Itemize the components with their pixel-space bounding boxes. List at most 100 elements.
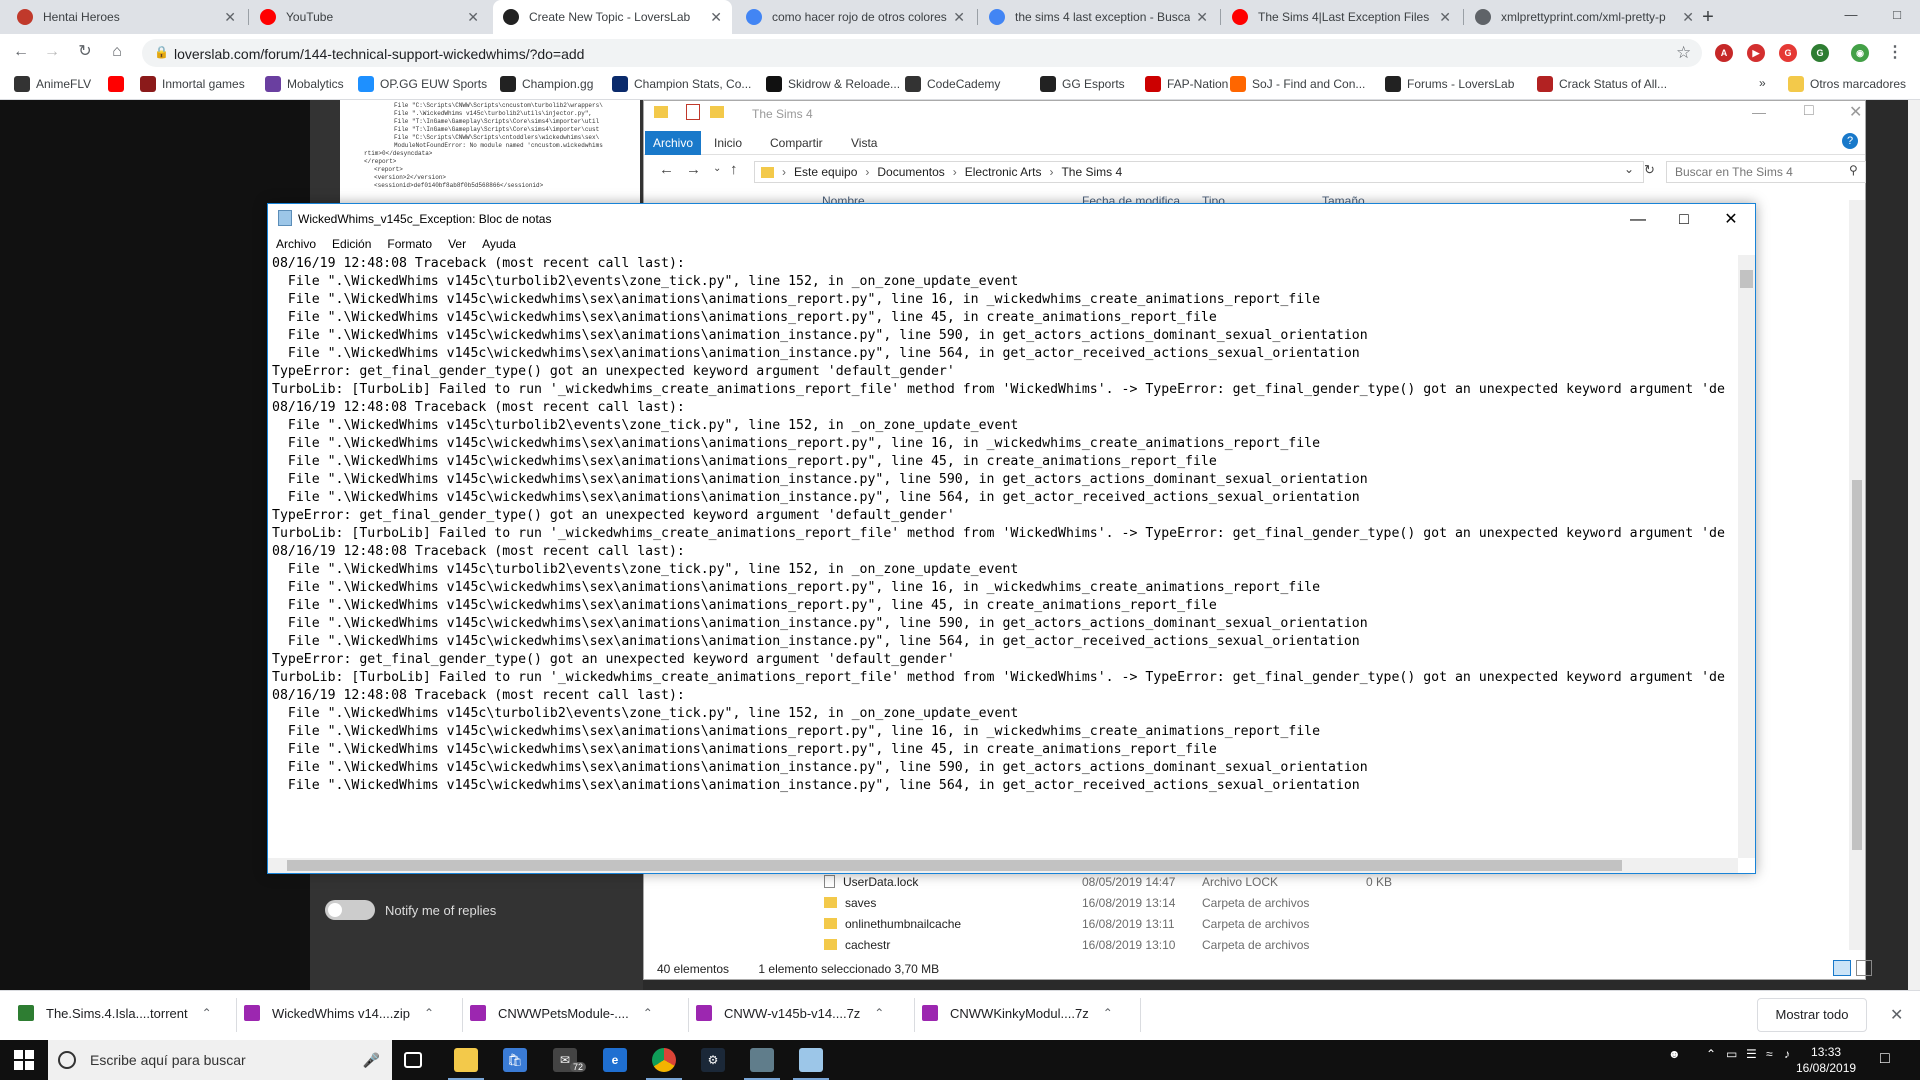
explorer-maximize-icon[interactable]: □ xyxy=(1804,102,1814,120)
bookmark-item[interactable]: Mobalytics xyxy=(265,76,344,92)
notepad-text-area[interactable]: 08/16/19 12:48:08 Traceback (most recent… xyxy=(272,255,1737,858)
tab-close-icon[interactable]: ✕ xyxy=(953,9,965,26)
new-folder-icon[interactable] xyxy=(710,106,724,118)
bookmarks-more[interactable]: » xyxy=(1759,76,1766,90)
new-tab-button[interactable]: + xyxy=(1697,6,1719,28)
forward-arrow-icon[interactable]: → xyxy=(40,42,64,62)
path-the-sims-4[interactable]: The Sims 4 xyxy=(1061,165,1122,179)
download-chevron-icon[interactable]: ⌃ xyxy=(424,1006,434,1020)
bookmark-item[interactable] xyxy=(108,76,130,92)
file-row-name[interactable]: saves xyxy=(824,896,876,910)
download-chevron-icon[interactable]: ⌃ xyxy=(643,1006,653,1020)
minimize-icon[interactable]: — xyxy=(1828,0,1874,30)
details-view-icon[interactable] xyxy=(1833,960,1851,976)
menu-ayuda[interactable]: Ayuda xyxy=(474,235,524,255)
download-item[interactable]: CNWWPetsModule-.... ⌃ xyxy=(470,1005,653,1021)
bookmark-item[interactable]: OP.GG EUW Sports xyxy=(358,76,487,92)
taskbar-clock[interactable]: 13:33 16/08/2019 xyxy=(1796,1044,1856,1076)
menu-formato[interactable]: Formato xyxy=(379,235,440,255)
download-chevron-icon[interactable]: ⌃ xyxy=(202,1006,212,1020)
tray-volume-icon[interactable]: ♪ xyxy=(1784,1047,1790,1061)
bookmark-item[interactable]: FAP-Nation xyxy=(1145,76,1228,92)
explorer-search-input[interactable]: Buscar en The Sims 4 xyxy=(1666,161,1866,183)
explorer-close-icon[interactable]: ✕ xyxy=(1849,102,1862,122)
taskbar-search-box[interactable]: Escribe aquí para buscar 🎤 xyxy=(48,1040,392,1080)
download-chevron-icon[interactable]: ⌃ xyxy=(1103,1006,1113,1020)
tray-show-hidden-icon[interactable]: ⌃ xyxy=(1706,1047,1716,1061)
properties-icon[interactable] xyxy=(686,104,700,120)
browser-tab[interactable]: Create New Topic - LoversLab ✕ xyxy=(493,0,732,34)
browser-tab[interactable]: YouTube ✕ xyxy=(250,0,489,34)
explorer-scroll-thumb[interactable] xyxy=(1852,480,1862,850)
taskbar-notepad-icon[interactable] xyxy=(793,1048,829,1080)
url-text[interactable]: loverslab.com/forum/144-technical-suppor… xyxy=(174,46,584,62)
notify-replies-row[interactable]: Notify me of replies xyxy=(325,900,496,920)
notify-toggle[interactable] xyxy=(325,900,375,920)
path-documentos[interactable]: Documentos xyxy=(877,165,944,179)
notepad-minimize-icon[interactable]: — xyxy=(1615,205,1661,235)
menu-ver[interactable]: Ver xyxy=(440,235,474,255)
bookmark-item[interactable]: Inmortal games xyxy=(140,76,245,92)
extension-adblock-icon[interactable]: A xyxy=(1715,44,1733,62)
file-row-name[interactable]: cachestr xyxy=(824,938,890,952)
extension-video-icon[interactable]: ▶ xyxy=(1747,44,1765,62)
large-icons-view-icon[interactable] xyxy=(1856,960,1872,976)
microphone-icon[interactable]: 🎤 xyxy=(363,1052,380,1069)
tab-close-icon[interactable]: ✕ xyxy=(224,9,236,26)
tab-close-icon[interactable]: ✕ xyxy=(467,9,479,26)
other-bookmarks[interactable]: Otros marcadores xyxy=(1788,76,1906,92)
taskbar-file-explorer-icon[interactable] xyxy=(448,1048,484,1080)
tray-battery-icon[interactable]: ▭ xyxy=(1726,1047,1737,1061)
tab-close-icon[interactable]: ✕ xyxy=(1439,9,1451,26)
taskbar-store-icon[interactable]: 🛍 xyxy=(503,1048,527,1072)
tab-close-icon[interactable]: ✕ xyxy=(1196,9,1208,26)
bookmark-item[interactable]: Crack Status of All... xyxy=(1537,76,1667,92)
windows-start-icon[interactable] xyxy=(14,1050,34,1070)
download-item[interactable]: WickedWhims v14....zip ⌃ xyxy=(244,1005,434,1021)
bookmark-item[interactable]: Champion Stats, Co... xyxy=(612,76,751,92)
help-icon[interactable]: ? xyxy=(1842,133,1858,149)
task-view-icon[interactable] xyxy=(404,1052,422,1068)
browser-tab[interactable]: como hacer rojo de otros colores ✕ xyxy=(736,0,975,34)
file-row-name[interactable]: onlinethumbnailcache xyxy=(824,917,961,931)
ribbon-tab-archivo[interactable]: Archivo xyxy=(645,131,702,155)
tray-network-icon[interactable]: ☰ xyxy=(1746,1047,1757,1061)
notepad-vertical-thumb[interactable] xyxy=(1740,270,1753,288)
download-item[interactable]: CNWW-v145b-v14....7z ⌃ xyxy=(696,1005,884,1021)
path-este-equipo[interactable]: Este equipo xyxy=(794,165,857,179)
explorer-minimize-icon[interactable]: — xyxy=(1752,104,1766,120)
tab-close-icon[interactable]: ✕ xyxy=(1682,9,1694,26)
explorer-forward-icon[interactable]: → xyxy=(686,161,701,178)
browser-tab[interactable]: Hentai Heroes ✕ xyxy=(7,0,246,34)
bookmark-item[interactable]: CodeCademy xyxy=(905,76,1000,92)
menu-archivo[interactable]: Archivo xyxy=(268,235,324,255)
browser-tab[interactable]: The Sims 4|Last Exception Files an ✕ xyxy=(1222,0,1461,34)
show-all-downloads-button[interactable]: Mostrar todo xyxy=(1757,998,1867,1032)
bookmark-item[interactable]: GG Esports xyxy=(1040,76,1125,92)
tab-close-icon[interactable]: ✕ xyxy=(710,9,722,26)
bookmark-item[interactable]: AnimeFLV xyxy=(14,76,91,92)
file-row-name[interactable]: UserData.lock xyxy=(824,875,918,889)
menu-edicion[interactable]: Edición xyxy=(324,235,379,255)
notepad-vertical-scrollbar[interactable] xyxy=(1738,255,1755,858)
home-icon[interactable]: ⌂ xyxy=(105,42,129,62)
notepad-maximize-icon[interactable]: □ xyxy=(1661,205,1707,235)
extension-red-icon[interactable]: G xyxy=(1779,44,1797,62)
ribbon-tab-vista[interactable]: Vista xyxy=(843,134,885,152)
download-chevron-icon[interactable]: ⌃ xyxy=(874,1006,884,1020)
ribbon-tab-compartir[interactable]: Compartir xyxy=(762,134,831,152)
download-item[interactable]: CNWWKinkyModul....7z ⌃ xyxy=(922,1005,1113,1021)
close-downloads-icon[interactable]: ✕ xyxy=(1890,1005,1903,1025)
taskbar-steam-icon[interactable]: ⚙ xyxy=(701,1048,725,1072)
recent-locations-icon[interactable]: ⌄ xyxy=(713,163,721,174)
taskbar-app-icon[interactable] xyxy=(744,1048,780,1080)
action-center-icon[interactable]: □ xyxy=(1880,1050,1890,1068)
explorer-back-icon[interactable]: ← xyxy=(659,161,674,178)
lock-icon[interactable]: 🔒 xyxy=(154,45,169,59)
bookmark-item[interactable]: Skidrow & Reloade... xyxy=(766,76,900,92)
download-item[interactable]: The.Sims.4.Isla....torrent ⌃ xyxy=(18,1005,212,1021)
page-scrollbar[interactable] xyxy=(1908,100,1920,990)
bookmark-item[interactable]: SoJ - Find and Con... xyxy=(1230,76,1365,92)
extension-shield-icon[interactable]: ◉ xyxy=(1851,44,1869,62)
reload-icon[interactable]: ↻ xyxy=(73,42,97,62)
